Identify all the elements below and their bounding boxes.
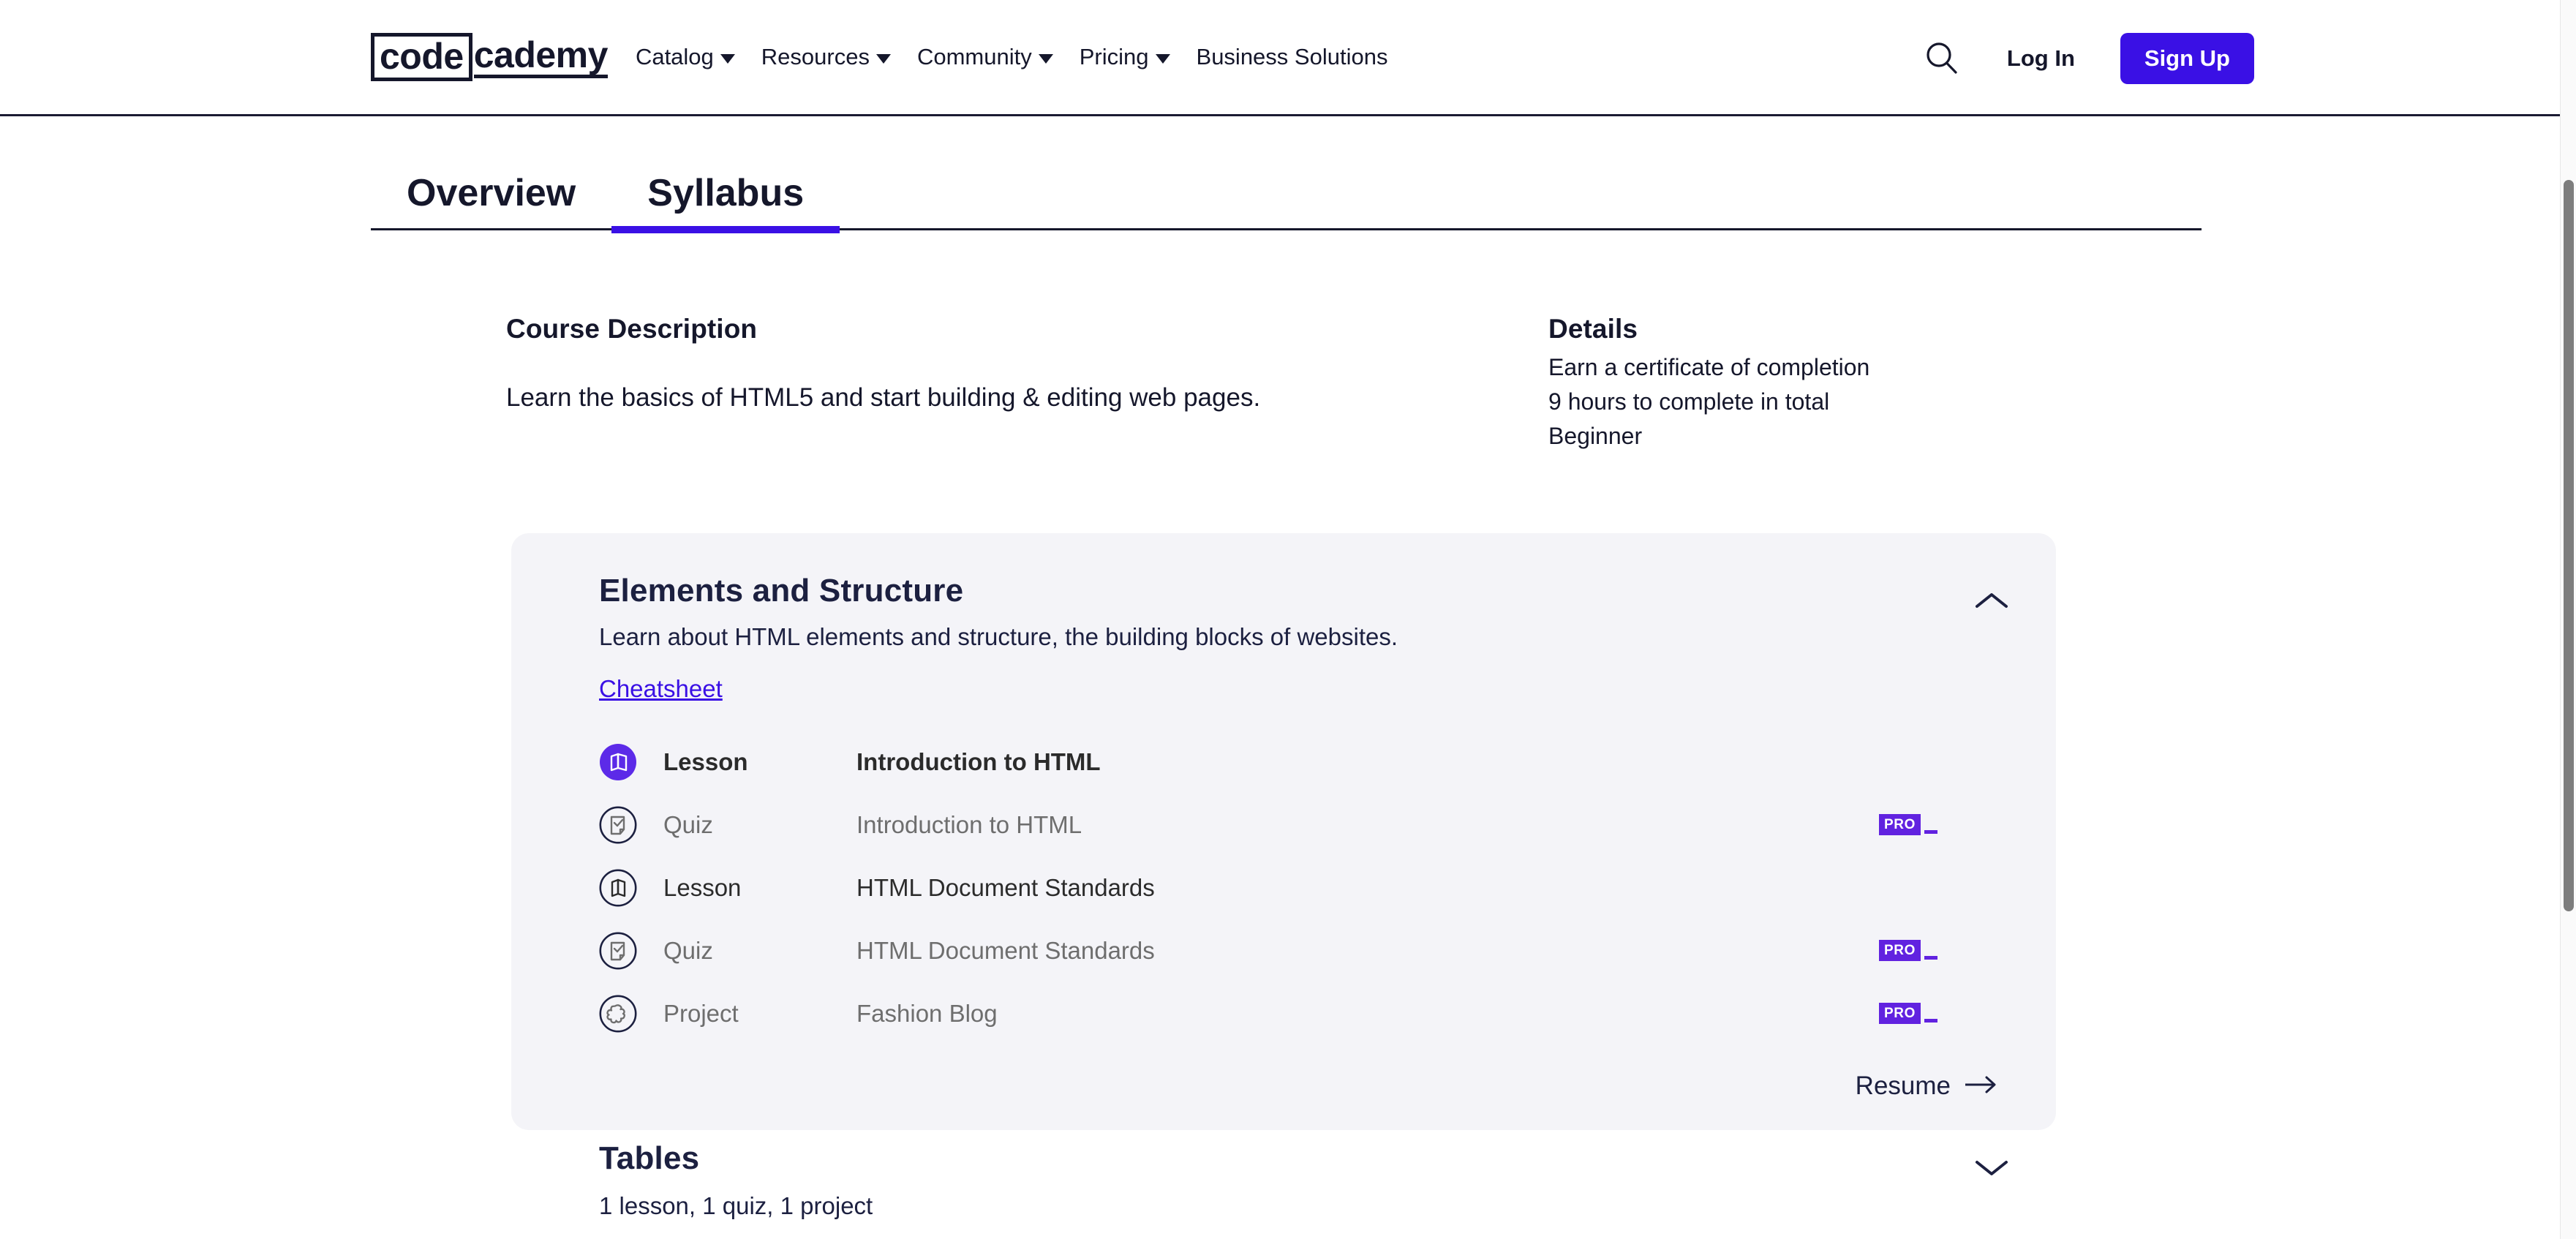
pro-badge-tail — [1924, 1019, 1937, 1023]
details-duration: 9 hours to complete in total — [1548, 386, 2060, 418]
quiz-check-doc-icon — [599, 806, 637, 844]
resume-label: Resume — [1856, 1072, 1951, 1101]
syllabus-row-title: Fashion Blog — [856, 1000, 998, 1028]
codecademy-logo[interactable]: codecademy — [371, 34, 608, 80]
site-header: codecademy Catalog Resources Community P… — [0, 0, 2560, 116]
pro-badge-label: PRO — [1879, 814, 1921, 835]
syllabus-row[interactable]: Quiz HTML Document Standards PRO — [511, 919, 2056, 982]
syllabus-section-header[interactable]: Elements and Structure Learn about HTML … — [511, 573, 2056, 703]
syllabus-row-type: Project — [663, 1000, 856, 1028]
syllabus-section-subtitle: 1 lesson, 1 quiz, 1 project — [599, 1191, 2006, 1222]
pro-badge: PRO — [1879, 814, 1937, 835]
syllabus-row-title: HTML Document Standards — [856, 937, 1155, 965]
syllabus-row-list: Lesson Introduction to HTML Quiz I — [511, 731, 2056, 1045]
pro-badge: PRO — [1879, 940, 1937, 961]
search-icon[interactable] — [1919, 36, 1965, 81]
syllabus-row-title: Introduction to HTML — [856, 811, 1082, 839]
nav-label: Catalog — [636, 44, 714, 70]
course-description-block: Course Description Learn the basics of H… — [506, 314, 1457, 415]
syllabus-section-tables[interactable]: Tables 1 lesson, 1 quiz, 1 project — [511, 1118, 2056, 1222]
syllabus-row[interactable]: Lesson Introduction to HTML — [511, 731, 2056, 794]
resume-button[interactable]: Resume — [1856, 1072, 1997, 1101]
page-scrollbar[interactable] — [2560, 0, 2576, 1239]
nav-item-pricing[interactable]: Pricing — [1080, 44, 1170, 70]
nav-item-business-solutions[interactable]: Business Solutions — [1197, 44, 1388, 70]
nav-item-resources[interactable]: Resources — [761, 44, 891, 70]
syllabus-row-type: Quiz — [663, 937, 856, 965]
logo-code-box: code — [371, 33, 472, 81]
pro-badge-tail — [1924, 830, 1937, 834]
login-link[interactable]: Log In — [2007, 45, 2075, 72]
chevron-down-icon[interactable] — [1970, 1146, 2014, 1190]
course-tabs-bar: Overview Syllabus — [0, 116, 2560, 219]
syllabus-row-title: Introduction to HTML — [856, 748, 1101, 776]
syllabus-section-title: Tables — [599, 1140, 2006, 1177]
cheatsheet-link[interactable]: Cheatsheet — [599, 675, 723, 703]
chevron-up-icon[interactable] — [1970, 579, 2014, 622]
syllabus-row-title: HTML Document Standards — [856, 874, 1155, 902]
course-details-block: Details Earn a certificate of completion… — [1548, 314, 2060, 452]
syllabus-row[interactable]: Project Fashion Blog PRO — [511, 982, 2056, 1045]
pro-badge-label: PRO — [1879, 1003, 1921, 1024]
syllabus-section-title: Elements and Structure — [599, 573, 2006, 609]
scrollbar-thumb[interactable] — [2564, 180, 2574, 911]
chevron-down-icon — [720, 54, 735, 64]
lesson-book-icon — [599, 743, 637, 781]
pro-badge-label: PRO — [1879, 940, 1921, 961]
course-tabs: Overview Syllabus — [371, 128, 2202, 230]
syllabus-row-type: Quiz — [663, 811, 856, 839]
syllabus-row[interactable]: Lesson HTML Document Standards — [511, 856, 2056, 919]
details-level: Beginner — [1548, 421, 2060, 452]
syllabus-row-type: Lesson — [663, 874, 856, 902]
chevron-down-icon — [1156, 54, 1170, 64]
chevron-down-icon — [1039, 54, 1053, 64]
syllabus-section-elements-and-structure: Elements and Structure Learn about HTML … — [511, 533, 2056, 1130]
pro-badge: PRO — [1879, 1003, 1937, 1024]
course-summary-row: Course Description Learn the basics of H… — [0, 314, 2560, 460]
syllabus-row-type: Lesson — [663, 748, 856, 776]
header-actions: Log In Sign Up — [1919, 0, 2560, 116]
nav-label: Business Solutions — [1197, 44, 1388, 70]
nav-label: Pricing — [1080, 44, 1149, 70]
nav-item-community[interactable]: Community — [917, 44, 1053, 70]
logo-cademy-text: cademy — [474, 37, 608, 78]
details-certificate: Earn a certificate of completion — [1548, 352, 2060, 383]
nav-label: Resources — [761, 44, 870, 70]
lesson-book-icon — [599, 869, 637, 907]
signup-button[interactable]: Sign Up — [2120, 33, 2254, 84]
course-description-text: Learn the basics of HTML5 and start buil… — [506, 380, 1457, 415]
nav-item-catalog[interactable]: Catalog — [636, 44, 735, 70]
pro-badge-tail — [1924, 956, 1937, 960]
resume-row: Resume — [511, 1045, 2056, 1101]
arrow-right-icon — [1964, 1072, 1997, 1101]
primary-nav: Catalog Resources Community Pricing Busi… — [636, 44, 1388, 70]
nav-label: Community — [917, 44, 1032, 70]
chevron-down-icon — [876, 54, 891, 64]
quiz-check-doc-icon — [599, 932, 637, 970]
details-heading: Details — [1548, 314, 2060, 344]
syllabus-section-subtitle: Learn about HTML elements and structure,… — [599, 622, 2006, 653]
page-root: codecademy Catalog Resources Community P… — [0, 0, 2576, 1239]
project-puzzle-icon — [599, 995, 637, 1033]
main-content: Course Description Learn the basics of H… — [0, 219, 2560, 460]
syllabus-row[interactable]: Quiz Introduction to HTML PRO — [511, 794, 2056, 856]
course-description-heading: Course Description — [506, 314, 1457, 344]
